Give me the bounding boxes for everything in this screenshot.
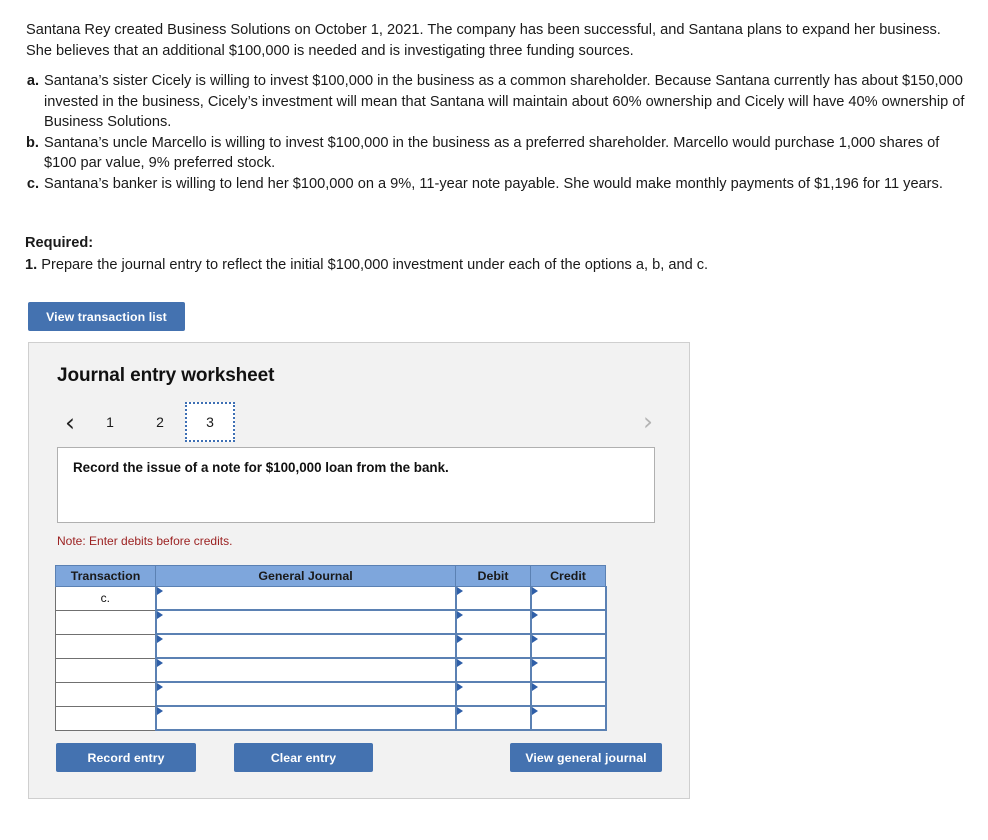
dropdown-marker-icon	[156, 587, 163, 595]
general-journal-input[interactable]	[154, 586, 457, 611]
transaction-label-cell	[55, 634, 156, 659]
required-item-number: 1.	[25, 257, 38, 273]
credit-input[interactable]	[529, 634, 607, 659]
view-general-journal-button[interactable]: View general journal	[510, 743, 662, 772]
debit-input[interactable]	[454, 586, 532, 611]
dropdown-marker-icon	[456, 683, 463, 691]
debit-input[interactable]	[454, 610, 532, 635]
debit-input[interactable]	[454, 634, 532, 659]
credit-input[interactable]	[529, 610, 607, 635]
transaction-label-cell	[55, 658, 156, 683]
dropdown-marker-icon	[531, 659, 538, 667]
column-header-credit: Credit	[530, 565, 606, 587]
dropdown-marker-icon	[456, 635, 463, 643]
worksheet-pager: ‹ 1 2 3 ›	[55, 401, 663, 443]
worksheet-title: Journal entry worksheet	[57, 365, 275, 386]
required-instruction: 1. Prepare the journal entry to reflect …	[25, 256, 925, 275]
table-header-row: Transaction General Journal Debit Credit	[55, 565, 606, 587]
table-row	[55, 658, 607, 683]
dropdown-marker-icon	[531, 587, 538, 595]
credit-input[interactable]	[529, 706, 607, 731]
credit-input[interactable]	[529, 586, 607, 611]
dropdown-marker-icon	[531, 635, 538, 643]
transaction-label-cell: c.	[55, 586, 156, 611]
options-list: a. Santana’s sister Cicely is willing to…	[26, 71, 971, 195]
credit-input[interactable]	[529, 682, 607, 707]
table-row	[55, 634, 607, 659]
problem-intro-paragraph: Santana Rey created Business Solutions o…	[26, 22, 941, 59]
transaction-label-cell	[55, 706, 156, 731]
chevron-right-icon[interactable]: ›	[633, 401, 663, 441]
debits-before-credits-note: Note: Enter debits before credits.	[57, 534, 233, 548]
option-text-c: Santana’s banker is willing to lend her …	[44, 175, 943, 192]
dropdown-marker-icon	[456, 707, 463, 715]
dropdown-marker-icon	[156, 611, 163, 619]
chevron-left-icon[interactable]: ‹	[55, 402, 85, 442]
general-journal-input[interactable]	[154, 706, 457, 731]
column-header-general-journal: General Journal	[155, 565, 456, 587]
worksheet-tab-1[interactable]: 1	[85, 402, 135, 442]
column-header-debit: Debit	[455, 565, 531, 587]
general-journal-input[interactable]	[154, 634, 457, 659]
journal-entry-table: Transaction General Journal Debit Credit…	[55, 565, 607, 731]
dropdown-marker-icon	[156, 683, 163, 691]
debit-input[interactable]	[454, 658, 532, 683]
credit-input[interactable]	[529, 658, 607, 683]
table-row	[55, 706, 607, 731]
worksheet-tab-2[interactable]: 2	[135, 402, 185, 442]
dropdown-marker-icon	[456, 659, 463, 667]
table-row	[55, 682, 607, 707]
transaction-label-cell	[55, 610, 156, 635]
general-journal-input[interactable]	[154, 658, 457, 683]
transaction-label-cell	[55, 682, 156, 707]
debit-input[interactable]	[454, 706, 532, 731]
worksheet-prompt-text: Record the issue of a note for $100,000 …	[73, 460, 449, 475]
dropdown-marker-icon	[456, 611, 463, 619]
journal-entry-worksheet-panel: Journal entry worksheet ‹ 1 2 3 › Record…	[28, 342, 690, 799]
general-journal-input[interactable]	[154, 682, 457, 707]
option-letter-b: b.	[26, 134, 39, 151]
record-entry-button[interactable]: Record entry	[56, 743, 196, 772]
dropdown-marker-icon	[531, 683, 538, 691]
option-text-a: Santana’s sister Cicely is willing to in…	[44, 73, 965, 131]
dropdown-marker-icon	[156, 635, 163, 643]
table-row: c.	[55, 586, 607, 611]
option-item-c: c. Santana’s banker is willing to lend h…	[26, 174, 971, 195]
dropdown-marker-icon	[531, 611, 538, 619]
clear-entry-button[interactable]: Clear entry	[234, 743, 373, 772]
dropdown-marker-icon	[156, 659, 163, 667]
option-letter-c: c.	[26, 175, 39, 192]
required-item-text: Prepare the journal entry to reflect the…	[41, 257, 709, 273]
debit-input[interactable]	[454, 682, 532, 707]
option-item-a: a. Santana’s sister Cicely is willing to…	[26, 71, 971, 133]
option-text-b: Santana’s uncle Marcello is willing to i…	[44, 134, 940, 172]
option-letter-a: a.	[26, 73, 39, 89]
view-transaction-list-button[interactable]: View transaction list	[28, 302, 185, 331]
required-section: Required: 1. Prepare the journal entry t…	[25, 234, 925, 275]
column-header-transaction: Transaction	[55, 565, 156, 587]
dropdown-marker-icon	[156, 707, 163, 715]
worksheet-prompt-box: Record the issue of a note for $100,000 …	[57, 447, 655, 523]
general-journal-input[interactable]	[154, 610, 457, 635]
worksheet-tab-3[interactable]: 3	[185, 402, 235, 442]
required-heading: Required:	[25, 235, 94, 251]
table-row	[55, 610, 607, 635]
option-item-b: b. Santana’s uncle Marcello is willing t…	[26, 133, 971, 174]
dropdown-marker-icon	[531, 707, 538, 715]
dropdown-marker-icon	[456, 587, 463, 595]
